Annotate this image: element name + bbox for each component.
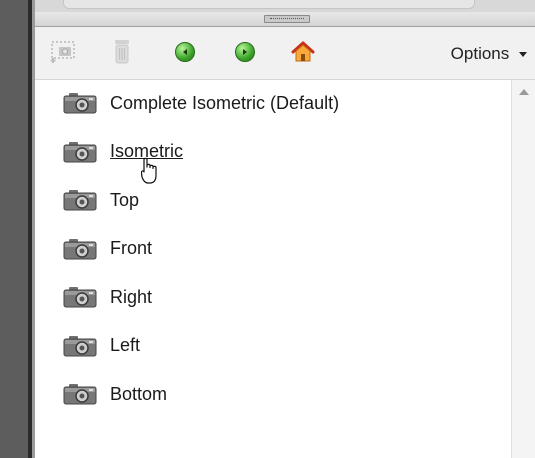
camera-icon xyxy=(63,287,97,308)
previous-view-button[interactable] xyxy=(170,37,200,67)
view-label: Front xyxy=(110,238,153,258)
home-icon xyxy=(291,41,315,62)
view-list-item[interactable]: Top xyxy=(63,185,139,215)
trash-icon xyxy=(115,40,129,64)
camera-icon xyxy=(63,335,97,356)
add-view-icon xyxy=(50,41,75,63)
add-view-button[interactable] xyxy=(49,37,79,67)
camera-icon xyxy=(63,141,97,162)
camera-icon xyxy=(63,190,97,211)
view-label: Complete Isometric (Default) xyxy=(110,92,340,113)
view-label: Left xyxy=(110,335,141,355)
view-list-item[interactable]: Bottom xyxy=(63,379,167,409)
camera-icon xyxy=(63,384,97,405)
view-list-item[interactable]: Front xyxy=(63,234,152,264)
back-arrow-icon xyxy=(175,42,195,62)
view-label: Top xyxy=(110,189,140,210)
next-view-button[interactable] xyxy=(230,37,260,67)
home-view-button[interactable] xyxy=(288,37,318,67)
chevron-down-icon xyxy=(519,52,527,58)
forward-arrow-icon xyxy=(235,42,255,62)
camera-icon xyxy=(63,238,97,259)
left-frame xyxy=(0,0,28,458)
views-toolbar: Options xyxy=(35,27,535,80)
views-list: Complete Isometric (Default) Isometric T… xyxy=(35,80,511,458)
view-label: Right xyxy=(110,286,153,307)
delete-view-button[interactable] xyxy=(107,37,137,67)
view-label: Bottom xyxy=(110,383,168,404)
view-list-item[interactable]: Left xyxy=(63,331,140,361)
view-list-item[interactable]: Complete Isometric (Default) xyxy=(63,88,339,118)
panel-splitter[interactable] xyxy=(35,12,535,27)
camera-icon xyxy=(63,93,97,114)
options-menu[interactable]: Options xyxy=(451,44,527,64)
splitter-grip-icon[interactable] xyxy=(264,15,310,23)
view-list-item[interactable]: Right xyxy=(63,282,152,312)
vertical-scrollbar[interactable] xyxy=(511,80,535,458)
view-list-item[interactable]: Isometric xyxy=(63,137,183,167)
scroll-up-arrow-icon[interactable] xyxy=(519,89,529,95)
view-label: Isometric xyxy=(110,141,184,161)
options-label: Options xyxy=(450,44,510,63)
